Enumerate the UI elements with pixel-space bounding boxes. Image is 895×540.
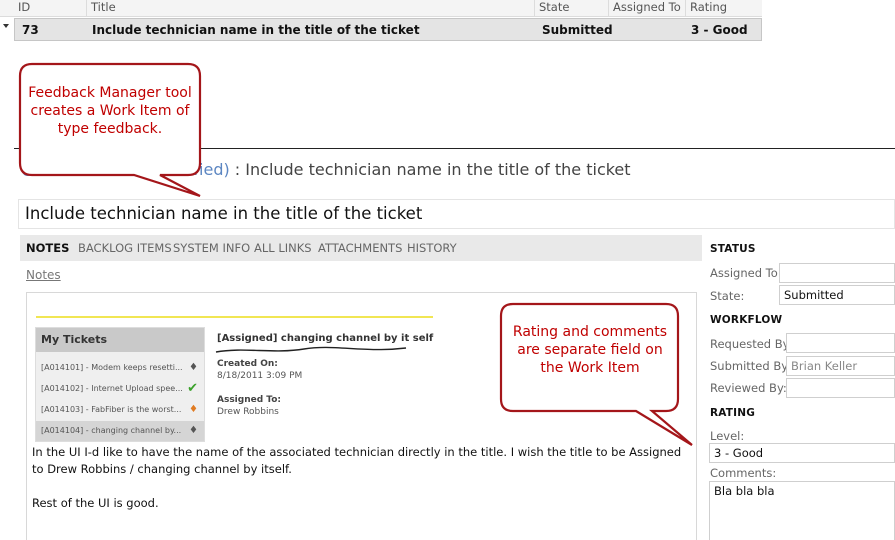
callout-one-text: Feedback Manager tool creates a Work Ite… [28, 85, 192, 137]
annotation-callouts [18, 62, 693, 446]
callout-two-text: Rating and comments are separate field o… [512, 324, 668, 376]
